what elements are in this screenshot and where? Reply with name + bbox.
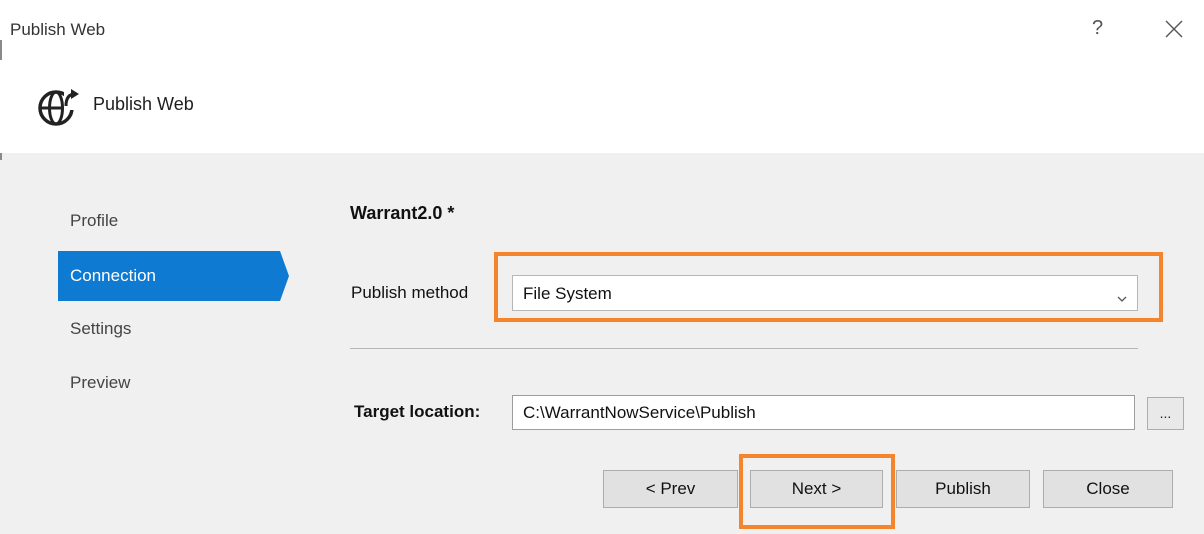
nav-item-settings[interactable]: Settings [58, 304, 280, 354]
next-button[interactable]: Next > [750, 470, 883, 508]
nav-item-label: Settings [70, 319, 132, 338]
publish-method-label: Publish method [351, 283, 469, 302]
profile-name: Warrant2.0 * [350, 203, 455, 223]
chevron-down-icon [1117, 290, 1127, 302]
globe-publish-icon [36, 84, 82, 130]
active-arrow-icon [280, 251, 289, 301]
window-title: Publish Web [10, 20, 106, 39]
nav-item-label: Preview [70, 373, 131, 392]
publish-method-select[interactable]: File System [512, 275, 1138, 311]
title-bar: Publish Web ? [0, 0, 1204, 60]
header-band: Publish Web [0, 60, 1204, 153]
prev-button[interactable]: < Prev [603, 470, 738, 508]
close-button[interactable]: Close [1043, 470, 1173, 508]
target-location-label: Target location: [354, 402, 481, 421]
publish-button[interactable]: Publish [896, 470, 1030, 508]
nav-item-profile[interactable]: Profile [58, 196, 280, 246]
target-location-input[interactable] [512, 395, 1135, 430]
nav-item-preview[interactable]: Preview [58, 358, 280, 408]
section-divider [350, 348, 1138, 349]
nav-item-label: Profile [70, 211, 119, 230]
help-button[interactable]: ? [1092, 17, 1103, 40]
nav-item-label: Connection [70, 266, 157, 285]
nav-item-connection[interactable]: Connection [58, 251, 289, 301]
close-icon[interactable] [1163, 18, 1185, 40]
header-title: Publish Web [93, 94, 194, 114]
publish-method-value: File System [523, 284, 612, 303]
browse-button[interactable]: ... [1147, 397, 1184, 430]
